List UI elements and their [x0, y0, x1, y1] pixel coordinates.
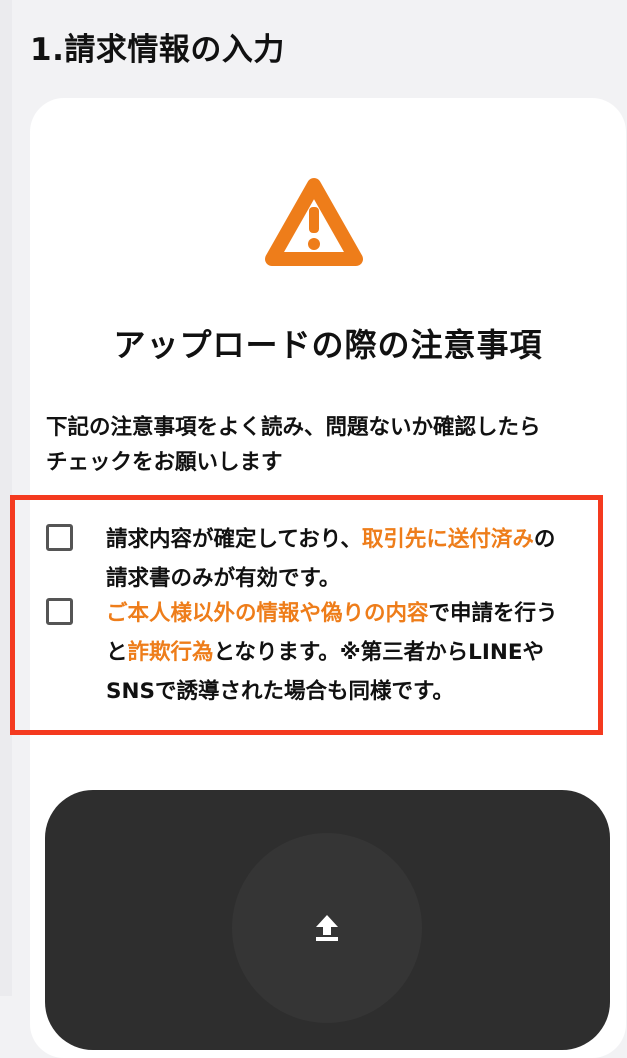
- notice-intro: 下記の注意事項をよく読み、問題ないか確認したら チェックをお願いします: [46, 410, 606, 480]
- confirm-1-text-part: 請求内容が確定しており、: [106, 527, 362, 552]
- confirm-1-highlight: 取引先に送付済み: [361, 527, 534, 552]
- confirm-2-text-part: と: [106, 640, 128, 665]
- confirm-2-highlight: ご本人様以外の情報や偽りの内容: [106, 601, 429, 626]
- confirm-2-text-part: となります。※第三者からLINEや: [213, 640, 545, 665]
- warning-triangle-icon: [265, 178, 363, 266]
- upload-arrow-icon: [316, 915, 338, 941]
- notice-intro-line-1: 下記の注意事項をよく読み、問題ないか確認したら: [46, 415, 541, 440]
- confirm-checkbox-2[interactable]: [46, 598, 73, 625]
- notice-intro-line-2: チェックをお願いします: [46, 450, 283, 475]
- confirm-checkbox-1[interactable]: [46, 524, 73, 551]
- confirm-2-highlight: 詐欺行為: [127, 640, 214, 665]
- confirm-text-1: 請求内容が確定しており、取引先に送付済みの 請求書のみが有効です。: [106, 520, 598, 598]
- upload-button[interactable]: [232, 833, 422, 1023]
- upload-dropzone[interactable]: [45, 790, 610, 1050]
- confirm-text-2: ご本人様以外の情報や偽りの内容で申請を行う と詐欺行為となります。※第三者からL…: [106, 594, 598, 711]
- confirm-2-text-part: SNSで誘導された場合も同様です。: [106, 679, 454, 704]
- section-title: 1.請求情報の入力: [30, 32, 285, 68]
- confirm-1-text-part: の: [533, 527, 556, 552]
- confirm-2-text-part: で申請を行う: [428, 601, 558, 626]
- notice-heading: アップロードの際の注意事項: [113, 326, 543, 364]
- confirm-1-text-part: 請求書のみが有効です。: [106, 566, 341, 591]
